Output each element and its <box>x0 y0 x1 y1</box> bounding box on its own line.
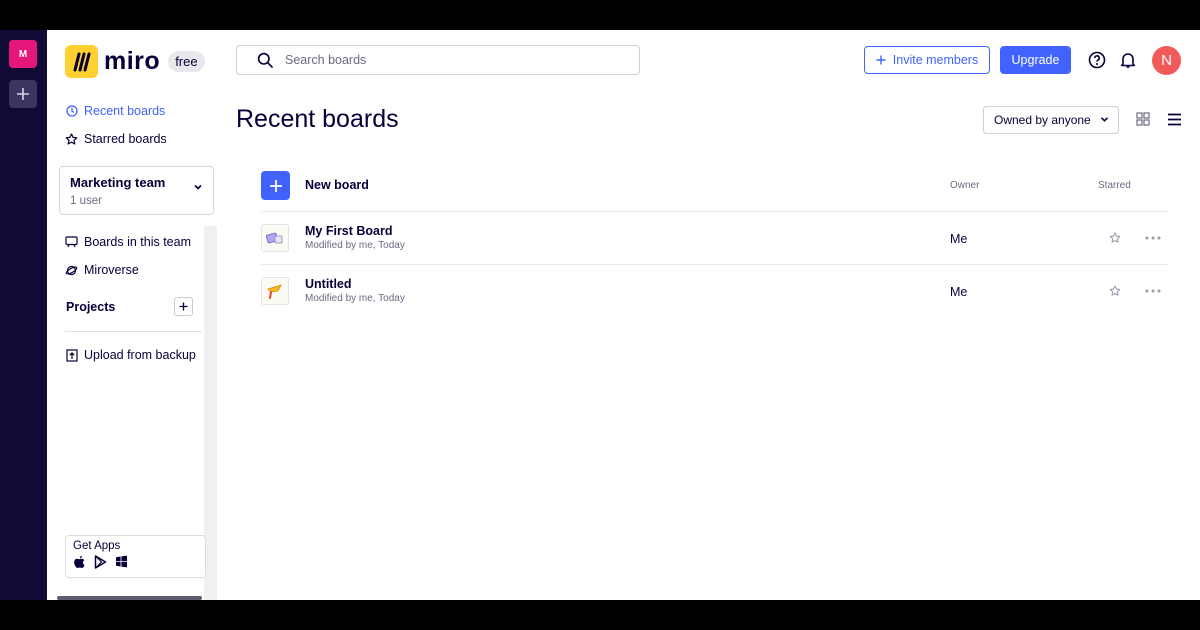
chevron-down-icon <box>193 178 203 196</box>
team-name: Marketing team <box>70 175 166 190</box>
add-project-button[interactable] <box>174 297 193 316</box>
clock-icon <box>65 105 78 118</box>
miro-logo-icon <box>65 45 98 78</box>
plus-icon <box>17 88 29 100</box>
board-row[interactable]: Untitled Modified by me, Today Me <box>261 265 1168 317</box>
sidebar-item-miroverse[interactable]: Miroverse <box>65 263 139 277</box>
more-icon[interactable] <box>1145 289 1161 293</box>
horizontal-scrollbar[interactable] <box>57 596 202 600</box>
list-view-icon[interactable] <box>1167 113 1182 126</box>
team-avatar[interactable]: M <box>9 40 37 68</box>
miro-logo[interactable]: miro free <box>65 45 205 78</box>
board-thumbnail <box>261 277 289 305</box>
bell-icon[interactable] <box>1119 51 1137 69</box>
sidebar-item-upload-backup[interactable]: Upload from backup <box>65 348 196 362</box>
column-header-owner: Owner <box>950 180 980 191</box>
grid-view-icon[interactable] <box>1136 112 1150 126</box>
owner-filter-value: Owned by anyone <box>994 113 1091 127</box>
get-apps-panel: Get Apps <box>65 535 206 578</box>
add-team-button[interactable] <box>9 80 37 108</box>
planet-icon <box>65 264 78 277</box>
star-icon <box>65 132 78 146</box>
team-selector[interactable]: Marketing team 1 user <box>59 166 214 215</box>
upload-icon <box>65 348 78 362</box>
projects-heading: Projects <box>66 300 116 314</box>
plus-icon <box>876 55 886 65</box>
app-window: M miro free Recent boards Starred boards <box>0 30 1200 600</box>
star-icon[interactable] <box>1109 232 1121 244</box>
sidebar-item-label: Upload from backup <box>84 348 196 362</box>
plus-icon <box>269 179 282 192</box>
page-title: Recent boards <box>236 105 399 133</box>
board-modified: Modified by me, Today <box>305 240 405 251</box>
chevron-down-icon <box>1100 116 1109 123</box>
board-owner: Me <box>950 285 968 299</box>
google-play-icon[interactable] <box>94 555 107 569</box>
search-bar[interactable] <box>236 45 640 75</box>
plus-icon <box>179 302 188 311</box>
sidebar-item-label: Miroverse <box>84 263 139 277</box>
board-name: My First Board <box>305 224 393 238</box>
new-board-button[interactable] <box>261 171 290 200</box>
board-row[interactable]: My First Board Modified by me, Today Me <box>261 212 1168 264</box>
column-header-starred: Starred <box>1098 180 1131 191</box>
sidebar-item-label: Starred boards <box>84 132 167 146</box>
board-icon <box>65 236 78 249</box>
invite-members-label: Invite members <box>892 53 979 67</box>
sidebar-item-boards-in-team[interactable]: Boards in this team <box>65 235 191 249</box>
help-icon[interactable] <box>1088 51 1106 69</box>
board-modified: Modified by me, Today <box>305 293 405 304</box>
sidebar: miro free Recent boards Starred boards M… <box>47 30 217 600</box>
invite-members-button[interactable]: Invite members <box>864 46 990 74</box>
plan-badge: free <box>168 51 205 72</box>
get-apps-label: Get Apps <box>73 540 121 552</box>
upgrade-button[interactable]: Upgrade <box>1000 46 1071 74</box>
windows-icon[interactable] <box>115 555 128 569</box>
search-input[interactable] <box>283 52 613 68</box>
sidebar-item-recent-boards[interactable]: Recent boards <box>65 104 165 118</box>
board-owner: Me <box>950 232 968 246</box>
new-board-label[interactable]: New board <box>305 178 369 192</box>
logo-text: miro <box>104 47 161 75</box>
star-icon[interactable] <box>1109 285 1121 297</box>
board-name: Untitled <box>305 277 352 291</box>
apple-icon[interactable] <box>73 555 86 569</box>
board-thumbnail <box>261 224 289 252</box>
sidebar-item-label: Recent boards <box>84 104 166 118</box>
more-icon[interactable] <box>1145 236 1161 240</box>
search-icon <box>257 52 273 68</box>
user-avatar[interactable]: N <box>1152 46 1181 75</box>
team-user-count: 1 user <box>70 195 102 207</box>
sidebar-item-label: Boards in this team <box>84 235 191 249</box>
team-switcher-rail: M <box>0 30 47 600</box>
owner-filter-dropdown[interactable]: Owned by anyone <box>983 106 1119 134</box>
sidebar-item-starred-boards[interactable]: Starred boards <box>65 132 167 146</box>
sidebar-divider <box>65 331 202 332</box>
